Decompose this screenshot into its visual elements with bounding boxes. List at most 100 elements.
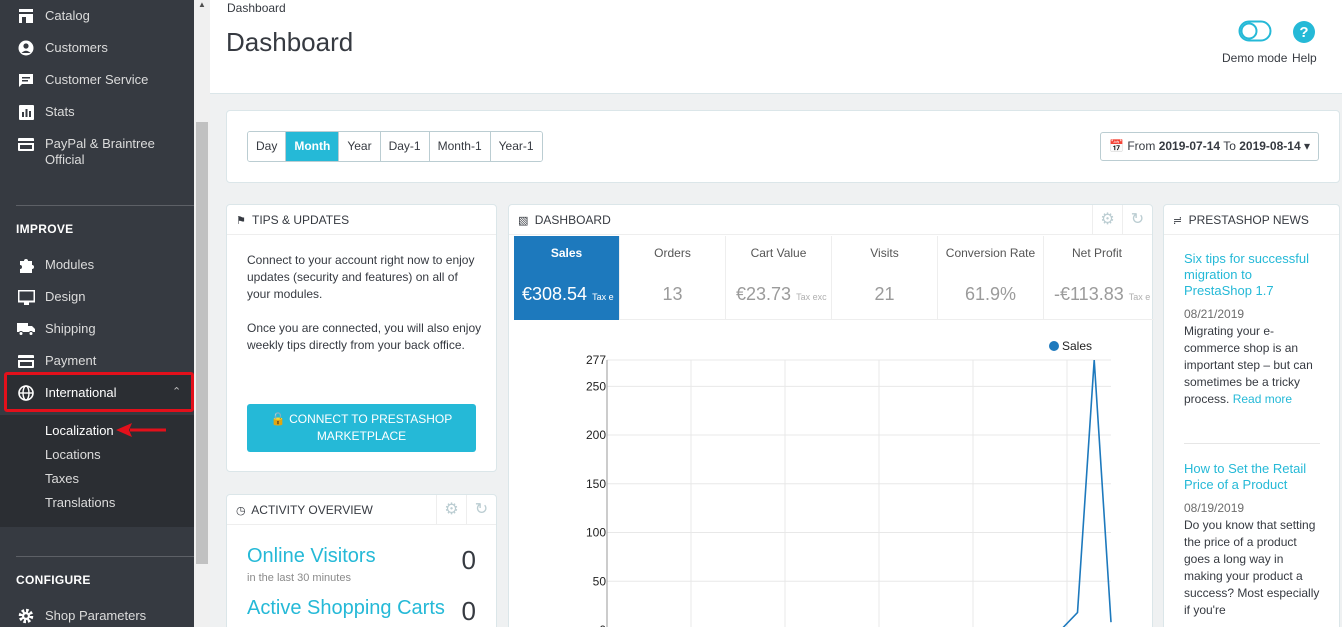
kpi-amount: €23.73 <box>736 284 792 304</box>
y-tick-label: 150 <box>586 477 606 491</box>
kpi-amount: €308.54 <box>522 284 588 304</box>
sidebar-item-shipping[interactable]: Shipping <box>0 321 194 337</box>
kpi-value: 13 <box>620 284 725 305</box>
kpi-amount: 13 <box>662 284 683 304</box>
breadcrumb[interactable]: Dashboard <box>227 1 286 15</box>
kpi-value: €308.54 Tax e <box>522 284 619 305</box>
sidebar-item-paypal[interactable]: PayPal & Braintree Official <box>0 136 194 168</box>
series-line-sales <box>1062 359 1112 627</box>
demo-mode-button[interactable]: Demo mode <box>1222 20 1287 65</box>
gear-icon <box>17 608 35 624</box>
kpi-net-profit[interactable]: Net Profit -€113.83 Tax exc <box>1044 236 1150 320</box>
caret-down-icon: ▾ <box>1303 139 1310 153</box>
period-month-1-button[interactable]: Month-1 <box>429 132 491 161</box>
sidebar-item-label: Catalog <box>45 8 90 23</box>
period-year-1-button[interactable]: Year-1 <box>490 132 542 161</box>
sidebar-item-payment[interactable]: Payment <box>0 353 194 369</box>
y-tick-label: 50 <box>593 574 607 588</box>
active-carts-label[interactable]: Active Shopping Carts <box>247 597 445 620</box>
demo-mode-label: Demo mode <box>1222 51 1288 65</box>
card-icon <box>17 136 35 152</box>
panel-heading: ▧ DASHBOARD ⚙ ↻ <box>509 205 1152 235</box>
kpi-value: 61.9% <box>938 284 1043 305</box>
news-item: How to Set the Retail Price of a Product… <box>1184 461 1322 619</box>
legend-label: Sales <box>1062 339 1092 353</box>
sidebar-item-label: Design <box>45 289 86 304</box>
sidebar-item-shop-parameters[interactable]: Shop Parameters <box>0 608 194 624</box>
sidebar-item-label: Shop Parameters <box>45 608 147 623</box>
sidebar-item-international[interactable]: International ⌃ <box>0 385 194 401</box>
sidebar-item-catalog[interactable]: Catalog <box>0 8 194 24</box>
kpi-suffix: Tax exc <box>1128 292 1150 302</box>
online-visitors-label[interactable]: Online Visitors <box>247 545 376 568</box>
activity-panel: ◷ ACTIVITY OVERVIEW ⚙ ↻ Online Visitors … <box>226 494 497 627</box>
page-header: Dashboard Dashboard Demo mode ? Help <box>210 0 1342 94</box>
connect-marketplace-button[interactable]: 🔓 CONNECT TO PRESTASHOP MARKETPLACE <box>247 404 476 452</box>
panel-heading: ⚑ TIPS & UPDATES <box>227 205 496 235</box>
period-selector-panel: Day Month Year Day-1 Month-1 Year-1 📅 Fr… <box>226 110 1340 183</box>
sales-chart: 277 250 200 150 100 50 0 Sales <box>586 339 1112 627</box>
section-title-improve: IMPROVE <box>16 222 74 236</box>
kpi-conversion-rate[interactable]: Conversion Rate 61.9% <box>938 236 1044 320</box>
kpi-visits[interactable]: Visits 21 <box>832 236 938 320</box>
kpi-value: €23.73 Tax exc <box>736 284 831 305</box>
kpi-cart-value[interactable]: Cart Value €23.73 Tax exc <box>726 236 832 320</box>
period-month-button[interactable]: Month <box>286 132 340 161</box>
news-excerpt: Do you know that setting the price of a … <box>1184 518 1320 617</box>
sidebar-item-customer-service[interactable]: Customer Service <box>0 72 194 88</box>
panel-title: PRESTASHOP NEWS <box>1188 213 1309 227</box>
refresh-icon[interactable]: ↻ <box>466 495 496 525</box>
kpi-amount: 61.9% <box>964 284 1017 304</box>
period-button-group: Day Month Year Day-1 Month-1 Year-1 <box>247 131 543 162</box>
kpi-suffix: Tax exc <box>796 292 827 302</box>
sidebar-item-label: Stats <box>45 104 75 119</box>
submenu-item-translations[interactable]: Translations <box>45 495 115 510</box>
sidebar-item-stats[interactable]: Stats <box>0 104 194 120</box>
y-tick-label: 200 <box>586 428 606 442</box>
svg-text:?: ? <box>1300 24 1309 41</box>
gear-icon[interactable]: ⚙ <box>436 495 466 525</box>
scrollbar-thumb[interactable] <box>196 122 208 564</box>
kpi-value: -€113.83 Tax exc <box>1054 284 1150 305</box>
online-visitors-count: 0 <box>461 545 476 575</box>
period-year-button[interactable]: Year <box>339 132 381 161</box>
puzzle-icon <box>17 257 35 273</box>
panel-title: TIPS & UPDATES <box>252 213 350 227</box>
submenu-item-localization[interactable]: Localization <box>45 423 114 438</box>
news-title-link[interactable]: Six tips for successful migration to Pre… <box>1184 251 1322 299</box>
date-range-picker[interactable]: 📅 From 2019-07-14 To 2019-08-14 ▾ <box>1100 132 1319 161</box>
calendar-icon: 📅 <box>1109 139 1124 153</box>
panel-title: DASHBOARD <box>534 213 611 227</box>
sidebar-item-customers[interactable]: Customers <box>0 40 194 56</box>
news-divider <box>1184 443 1320 444</box>
y-tick-label: 100 <box>586 526 606 540</box>
tips-paragraph-1: Connect to your account right now to enj… <box>247 253 475 301</box>
submenu-item-locations[interactable]: Locations <box>45 447 101 462</box>
period-day-1-button[interactable]: Day-1 <box>380 132 430 161</box>
kpi-sales[interactable]: Sales €308.54 Tax e <box>514 236 620 320</box>
scroll-up-arrow-icon[interactable]: ▲ <box>198 0 206 9</box>
submenu-item-taxes[interactable]: Taxes <box>45 471 79 486</box>
sidebar-item-label: Shipping <box>45 321 96 336</box>
to-label: To <box>1223 139 1236 153</box>
news-title-link[interactable]: How to Set the Retail Price of a Product <box>1184 461 1322 493</box>
legend-marker <box>1049 341 1059 351</box>
y-tick-label: 250 <box>586 379 606 393</box>
kpi-label: Cart Value <box>750 246 807 260</box>
sidebar-item-label-line2: Official <box>45 152 85 167</box>
read-more-link[interactable]: Read more <box>1233 392 1292 406</box>
page-title: Dashboard <box>226 27 354 57</box>
refresh-icon[interactable]: ↻ <box>1122 205 1152 235</box>
red-arrow-annotation <box>116 423 166 437</box>
news-panel: ≓ PRESTASHOP NEWS Six tips for successfu… <box>1163 204 1340 627</box>
sidebar-item-design[interactable]: Design <box>0 289 194 305</box>
sidebar-item-label-line1: PayPal & Braintree <box>45 136 155 151</box>
period-day-button[interactable]: Day <box>248 132 287 161</box>
help-button[interactable]: ? Help <box>1292 20 1317 65</box>
sidebar-scrollbar[interactable]: ▲ <box>194 0 210 627</box>
sidebar-divider <box>16 205 194 206</box>
sidebar-item-modules[interactable]: Modules <box>0 257 194 273</box>
kpi-orders[interactable]: Orders 13 <box>620 236 726 320</box>
sidebar-item-label: Customers <box>45 40 108 55</box>
gear-icon[interactable]: ⚙ <box>1092 205 1122 235</box>
